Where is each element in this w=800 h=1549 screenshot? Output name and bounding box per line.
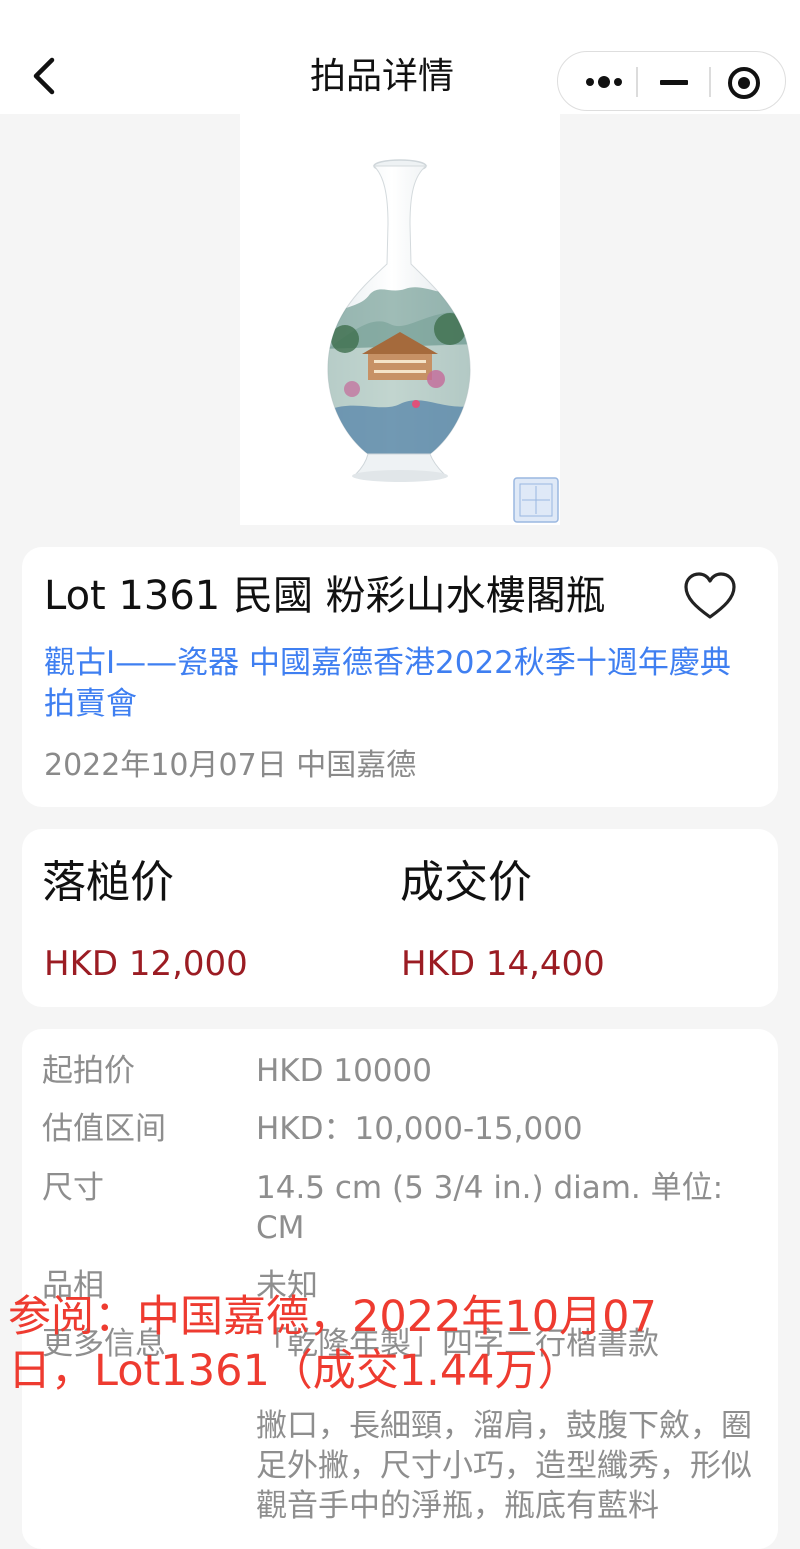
more-dots-icon — [586, 76, 622, 88]
hammer-price-label: 落槌价 — [42, 857, 174, 908]
more-button[interactable] — [564, 52, 640, 110]
lot-date-house: 2022年10月07日 中国嘉德 — [44, 748, 417, 783]
lot-description: 撇口，長細頸，溜肩，鼓腹下斂，圈足外撇，尺寸小巧，造型纖秀，形似觀音手中的淨瓶，… — [256, 1408, 752, 1524]
deal-price-label: 成交价 — [400, 857, 532, 908]
capsule-divider — [709, 67, 711, 97]
vase-illustration — [327, 159, 559, 523]
deal-price-value: HKD 14,400 — [401, 944, 605, 984]
detail-key: 更多信息 — [42, 1326, 166, 1362]
close-button[interactable] — [714, 52, 780, 110]
detail-value: 「乾隆年製」四字二行楷書款 — [256, 1326, 659, 1362]
sale-link[interactable]: 觀古I——瓷器 中國嘉德香港2022秋季十週年慶典拍賣會 — [44, 643, 756, 725]
detail-value: HKD 10000 — [256, 1053, 432, 1089]
nav-bar: 拍品详情 — [0, 0, 800, 114]
hammer-price-value: HKD 12,000 — [44, 944, 248, 984]
detail-value: 未知 — [256, 1268, 318, 1304]
heart-outline-icon — [684, 572, 736, 619]
capsule-divider — [636, 67, 638, 97]
lot-title: Lot 1361 民國 粉彩山水樓閣瓶 — [44, 573, 606, 619]
favorite-button[interactable] — [682, 571, 738, 623]
lot-info-card: Lot 1361 民國 粉彩山水樓閣瓶 觀古I——瓷器 中國嘉德香港2022秋季… — [22, 547, 778, 807]
detail-key: 起拍价 — [42, 1053, 135, 1089]
detail-key: 尺寸 — [42, 1170, 104, 1206]
details-card: 起拍价 HKD 10000 估值区间 HKD：10,000-15,000 尺寸 … — [22, 1029, 778, 1549]
detail-key: 估值区间 — [42, 1111, 166, 1147]
detail-value: 14.5 cm (5 3/4 in.) diam. 单位: CM — [256, 1170, 724, 1246]
close-circle-icon — [728, 67, 760, 99]
price-card: 落槌价 HKD 12,000 成交价 HKD 14,400 — [22, 829, 778, 1007]
detail-value: HKD：10,000-15,000 — [256, 1111, 583, 1147]
minimize-icon — [660, 80, 688, 85]
mini-program-capsule — [557, 51, 786, 111]
lot-image[interactable] — [240, 114, 560, 525]
detail-key: 品相 — [42, 1268, 104, 1304]
minimize-button[interactable] — [642, 52, 706, 110]
